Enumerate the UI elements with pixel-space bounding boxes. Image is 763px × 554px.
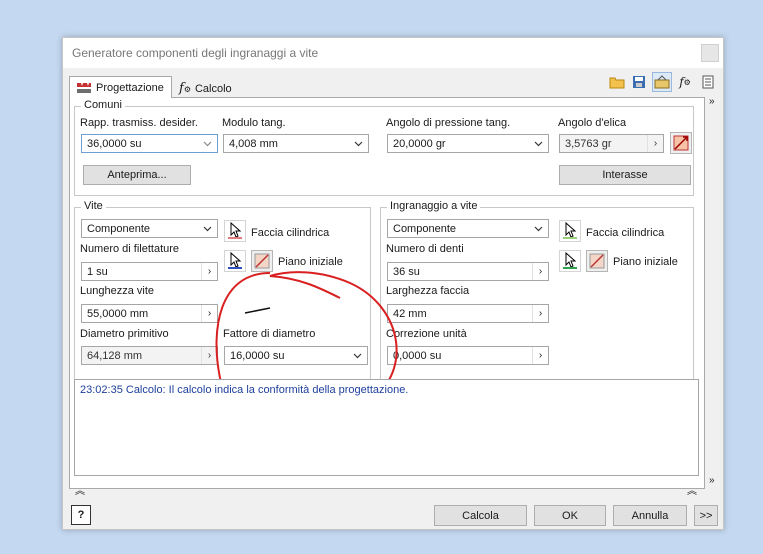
diametro-field[interactable]: 64,128 mm › — [81, 346, 218, 365]
modulo-dropdown[interactable]: 4,008 mm — [223, 134, 369, 153]
function-icon[interactable]: f ⚙ — [675, 72, 695, 92]
filettature-label: Numero di filettature — [80, 243, 180, 255]
help-icon: ? — [77, 509, 85, 521]
field-value: 36,0000 su — [87, 137, 142, 150]
help-button[interactable]: ? — [71, 505, 91, 525]
message-line: 23:02:35 Calcolo: Il calcolo indica la c… — [80, 384, 409, 396]
tab-label: Calcolo — [194, 82, 232, 95]
tab-progettazione[interactable]: Progettazione — [69, 76, 172, 98]
double-chevron-up-icon[interactable]: ︽ — [687, 482, 697, 497]
angolo-pressione-dropdown[interactable]: 20,0000 gr — [387, 134, 549, 153]
field-value: 20,0000 gr — [393, 137, 446, 150]
gear-design-icon — [77, 82, 91, 93]
ingranaggio-faccia-select-button[interactable] — [559, 220, 581, 242]
ingranaggio-piano-select-button[interactable] — [559, 250, 581, 272]
calcola-button[interactable]: Calcola — [434, 505, 527, 526]
angolo-pressione-label: Angolo di pressione tang. — [386, 117, 511, 129]
field-value: 1 su — [87, 265, 108, 278]
double-chevron-up-icon[interactable]: ︽ — [75, 482, 85, 497]
modulo-label: Modulo tang. — [222, 117, 286, 129]
chevron-down-icon — [534, 141, 543, 147]
more-button[interactable]: >> — [694, 505, 718, 526]
group-label: Ingranaggio a vite — [387, 200, 481, 212]
field-value: 64,128 mm — [87, 349, 143, 362]
title-bar: Generatore componenti degli ingranaggi a… — [63, 38, 723, 68]
anteprima-button[interactable]: Anteprima... — [83, 165, 191, 185]
message-area: 23:02:35 Calcolo: Il calcolo indica la c… — [74, 379, 699, 476]
chevron-right-icon[interactable]: › — [647, 135, 663, 152]
ingranaggio-piano-label: Piano iniziale — [613, 256, 678, 268]
rapp-label: Rapp. trasmiss. desider. — [80, 117, 198, 129]
field-value: 4,008 mm — [229, 137, 278, 150]
double-chevron-right-icon[interactable]: » — [709, 475, 715, 486]
angolo-elica-label: Angolo d'elica — [558, 117, 627, 129]
calc-icon: f⚙ — [179, 81, 191, 96]
open-folder-icon[interactable] — [607, 72, 627, 92]
design-guide-icon[interactable] — [652, 72, 672, 92]
vite-faccia-label: Faccia cilindrica — [251, 227, 330, 239]
field-value: 55,0000 mm — [87, 307, 149, 320]
close-button[interactable] — [701, 44, 719, 62]
angolo-elica-field[interactable]: 3,5763 gr › — [559, 134, 664, 153]
helix-direction-button[interactable] — [670, 132, 692, 154]
ingranaggio-componente-dropdown[interactable]: Componente — [387, 219, 549, 238]
window-title: Generatore componenti degli ingranaggi a… — [72, 46, 319, 60]
cursor-green-icon — [563, 252, 577, 269]
field-value: 3,5763 gr — [565, 137, 612, 150]
report-icon[interactable] — [698, 72, 718, 92]
field-value: Componente — [393, 222, 456, 235]
annulla-button[interactable]: Annulla — [613, 505, 687, 526]
group-label: Comuni — [81, 99, 125, 111]
group-label: Vite — [81, 200, 106, 212]
chevron-right-icon[interactable]: › — [532, 347, 548, 364]
vite-componente-dropdown[interactable]: Componente — [81, 219, 218, 238]
diametro-label: Diametro primitivo — [80, 328, 169, 340]
gear-generator-dialog: Generatore componenti degli ingranaggi a… — [62, 37, 724, 530]
ok-button[interactable]: OK — [534, 505, 606, 526]
ingranaggio-piano-flip-button[interactable] — [586, 250, 608, 272]
chevron-right-icon[interactable]: › — [532, 305, 548, 322]
right-scrollbar[interactable]: » » — [706, 92, 723, 494]
chevron-right-icon[interactable]: › — [532, 263, 548, 280]
cursor-red-icon — [228, 222, 242, 239]
save-icon[interactable] — [629, 72, 649, 92]
ingranaggio-faccia-label: Faccia cilindrica — [586, 227, 665, 239]
lunghezza-label: Lunghezza vite — [80, 285, 154, 297]
vite-piano-label: Piano iniziale — [278, 256, 343, 268]
flip-arrow-icon — [589, 253, 605, 269]
flip-arrow-icon — [254, 253, 270, 269]
cursor-green-icon — [563, 222, 577, 239]
field-value: Componente — [87, 222, 150, 235]
interasse-button[interactable]: Interasse — [559, 165, 691, 185]
chevron-down-icon — [354, 141, 363, 147]
chevron-down-icon — [203, 226, 212, 232]
denti-label: Numero di denti — [386, 243, 464, 255]
rapp-dropdown[interactable]: 36,0000 su — [81, 134, 218, 153]
helix-direction-icon — [673, 135, 689, 151]
chevron-down-icon — [203, 141, 212, 147]
vite-faccia-select-button[interactable] — [224, 220, 246, 242]
chevron-down-icon — [534, 226, 543, 232]
double-chevron-right-icon[interactable]: » — [709, 96, 715, 107]
lunghezza-field[interactable]: 55,0000 mm › — [81, 304, 218, 323]
tab-calcolo[interactable]: f⚙ Calcolo — [173, 78, 241, 99]
tab-label: Progettazione — [96, 81, 164, 94]
filettature-field[interactable]: 1 su › — [81, 262, 218, 281]
